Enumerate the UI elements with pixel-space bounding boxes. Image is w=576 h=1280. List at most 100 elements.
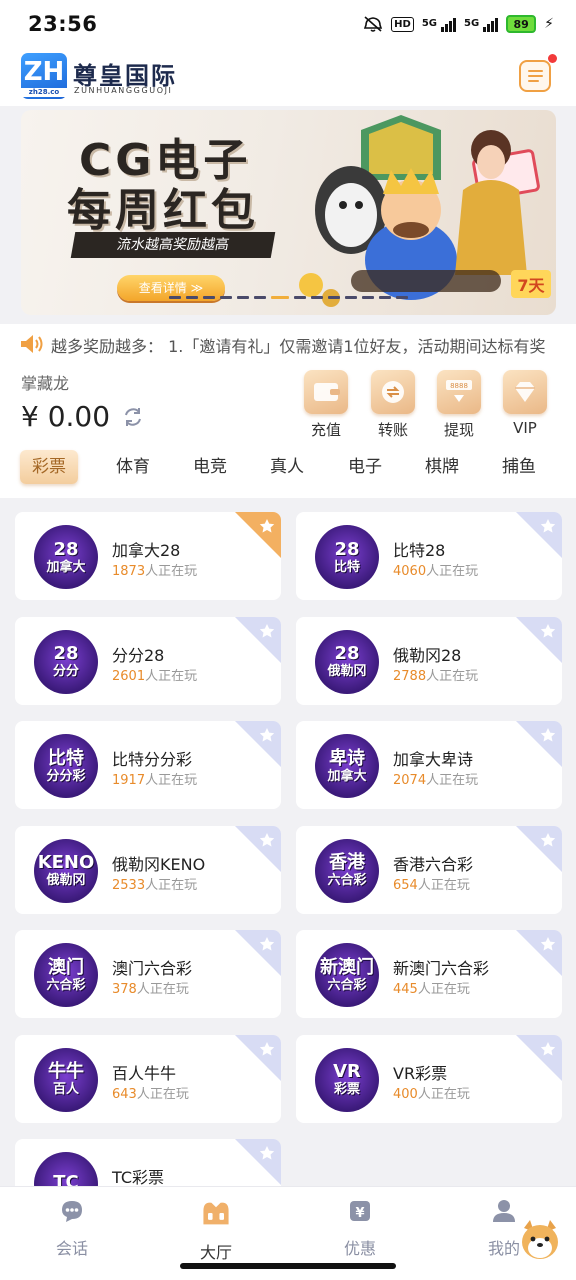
- page-dot-active[interactable]: [271, 296, 289, 299]
- tab-live-casino[interactable]: 真人: [261, 450, 313, 484]
- menu-button[interactable]: [519, 60, 551, 92]
- player-count: 378人正在玩: [112, 978, 189, 997]
- game-card[interactable]: 28 俄勒冈 俄勒冈28 2788人正在玩: [296, 616, 562, 705]
- charging-icon: ⚡: [544, 16, 554, 32]
- game-card[interactable]: VR 彩票 VR彩票 400人正在玩: [296, 1034, 562, 1123]
- game-name: 加拿大28: [112, 541, 181, 560]
- game-card[interactable]: 28 加拿大 加拿大28 1873人正在玩: [15, 512, 281, 600]
- game-card[interactable]: 28 比特 比特28 4060人正在玩: [296, 512, 562, 600]
- promo-banner[interactable]: CG电子 每周红包 流水越高奖励越高 查看详情 ≫ 7天: [21, 110, 556, 315]
- game-logo-text: VR: [333, 1061, 361, 1082]
- app-screen: 23:56 HD 5G 5G 89 ⚡ ZH zh28.co 尊皇国际 ZUNH…: [0, 0, 576, 1280]
- page-dot[interactable]: [379, 296, 391, 299]
- game-logo: 比特 分分彩: [34, 734, 98, 798]
- game-logo-text: 新澳门: [320, 956, 374, 978]
- network-label-1: 5G: [421, 18, 437, 29]
- favorite-star-icon[interactable]: [235, 1034, 281, 1081]
- notification-dot: [548, 54, 557, 63]
- game-card[interactable]: 牛牛 百人 百人牛牛 643人正在玩: [15, 1034, 281, 1123]
- page-dot[interactable]: [169, 296, 181, 299]
- refresh-icon[interactable]: [122, 406, 144, 428]
- withdraw-button[interactable]: 8888 提现: [433, 370, 485, 440]
- favorite-star-icon[interactable]: [235, 512, 281, 558]
- page-dot[interactable]: [254, 296, 266, 299]
- game-card[interactable]: 澳门 六合彩 澳门六合彩 378人正在玩: [15, 930, 281, 1018]
- game-logo-subtext: 六合彩: [327, 873, 367, 888]
- page-dot[interactable]: [328, 296, 340, 299]
- tab-sports[interactable]: 体育: [107, 450, 159, 484]
- favorite-star-icon[interactable]: [235, 1139, 281, 1185]
- category-tabs: 彩票 体育 电竞 真人 电子 棋牌 捕鱼: [0, 448, 576, 488]
- favorite-star-icon[interactable]: [516, 512, 562, 558]
- announcement-marquee[interactable]: 越多奖励越多： 1.「邀请有礼」仅需邀请1位好友，活动期间达标有奖: [0, 324, 576, 364]
- status-icons: HD 5G 5G 89 ⚡: [363, 15, 554, 33]
- deposit-button[interactable]: 充值: [300, 370, 352, 440]
- tab-esports[interactable]: 电竞: [184, 450, 236, 484]
- home-indicator[interactable]: [180, 1263, 396, 1269]
- favorite-star-icon[interactable]: [516, 1034, 562, 1081]
- player-count-number: 2074: [393, 773, 427, 788]
- player-count: 2074人正在玩: [393, 769, 478, 788]
- player-count-suffix: 人正在玩: [426, 773, 479, 788]
- game-name: TC彩票: [112, 1168, 165, 1187]
- game-logo: 卑诗 加拿大: [315, 734, 379, 798]
- favorite-star-icon[interactable]: [235, 825, 281, 872]
- page-dot[interactable]: [311, 296, 323, 299]
- game-card[interactable]: 比特 分分彩 比特分分彩 1917人正在玩: [15, 721, 281, 809]
- player-count-number: 400: [393, 1086, 418, 1102]
- page-dot[interactable]: [362, 296, 374, 299]
- favorite-star-icon[interactable]: [516, 721, 562, 767]
- game-grid: 28 加拿大 加拿大28 1873人正在玩 28 比特 比特28 4060人正在玩 28 分分 分分…: [0, 498, 576, 1227]
- page-dot[interactable]: [220, 296, 232, 299]
- transfer-button[interactable]: 转账: [367, 370, 419, 440]
- page-dot[interactable]: [203, 296, 215, 299]
- favorite-star-icon[interactable]: [516, 616, 562, 663]
- game-card[interactable]: 卑诗 加拿大 加拿大卑诗 2074人正在玩: [296, 721, 562, 809]
- game-logo-subtext: 百人: [52, 1082, 79, 1097]
- favorite-star-icon[interactable]: [516, 825, 562, 872]
- game-name: 俄勒冈28: [393, 645, 462, 665]
- player-count-suffix: 人正在玩: [145, 877, 198, 893]
- menu-line: [528, 75, 543, 77]
- app-header: ZH zh28.co 尊皇国际 ZUNHUANGGGUOJI: [0, 48, 576, 106]
- game-name: 澳门六合彩: [112, 959, 193, 978]
- logo-domain: zh28.co: [21, 88, 67, 97]
- page-dot[interactable]: [186, 296, 198, 299]
- game-card[interactable]: 新澳门 六合彩 新澳门六合彩 445人正在玩: [296, 930, 562, 1018]
- game-logo-subtext: 加拿大: [327, 768, 367, 784]
- nav-promotions-label: 优惠: [343, 1239, 376, 1258]
- game-card[interactable]: KENO 俄勒冈 俄勒冈KENO 2533人正在玩: [15, 825, 281, 914]
- page-dot[interactable]: [237, 296, 249, 299]
- game-card[interactable]: 28 分分 分分28 2601人正在玩: [15, 616, 281, 705]
- game-logo-text: 28: [334, 643, 360, 664]
- page-dot[interactable]: [396, 296, 408, 299]
- player-count-suffix: 人正在玩: [136, 982, 189, 997]
- player-count-number: 654: [393, 877, 418, 893]
- signal-icon-2: [483, 16, 499, 32]
- page-dot[interactable]: [345, 296, 357, 299]
- favorite-star-icon[interactable]: [235, 930, 281, 976]
- mascot-dog-icon[interactable]: [516, 1218, 564, 1270]
- tab-card-games[interactable]: 棋牌: [416, 450, 468, 484]
- game-card[interactable]: 香港 六合彩 香港六合彩 654人正在玩: [296, 825, 562, 914]
- favorite-star-icon[interactable]: [516, 930, 562, 976]
- favorite-star-icon[interactable]: [235, 616, 281, 663]
- brand-logo[interactable]: ZH zh28.co: [21, 53, 67, 99]
- game-name: 加拿大卑诗: [393, 750, 474, 769]
- favorite-star-icon[interactable]: [235, 721, 281, 767]
- svg-text:¥: ¥: [355, 1206, 364, 1221]
- nav-lobby[interactable]: 大厅: [176, 1197, 256, 1263]
- nav-promotions[interactable]: ¥ 优惠: [320, 1197, 400, 1259]
- game-logo-subtext: 加拿大: [46, 559, 86, 575]
- lobby-icon: [203, 1202, 229, 1225]
- tab-lottery[interactable]: 彩票: [20, 450, 78, 484]
- vip-button[interactable]: VIP: [499, 370, 551, 437]
- page-dot[interactable]: [294, 296, 306, 299]
- player-count-suffix: 人正在玩: [145, 773, 198, 788]
- tab-fishing[interactable]: 捕鱼: [493, 450, 545, 484]
- nav-chat[interactable]: 会话: [32, 1197, 112, 1259]
- banner-pagination[interactable]: [21, 296, 556, 302]
- mute-icon: [364, 16, 383, 32]
- game-logo-subtext: 俄勒冈: [46, 873, 86, 888]
- tab-slots[interactable]: 电子: [339, 450, 391, 484]
